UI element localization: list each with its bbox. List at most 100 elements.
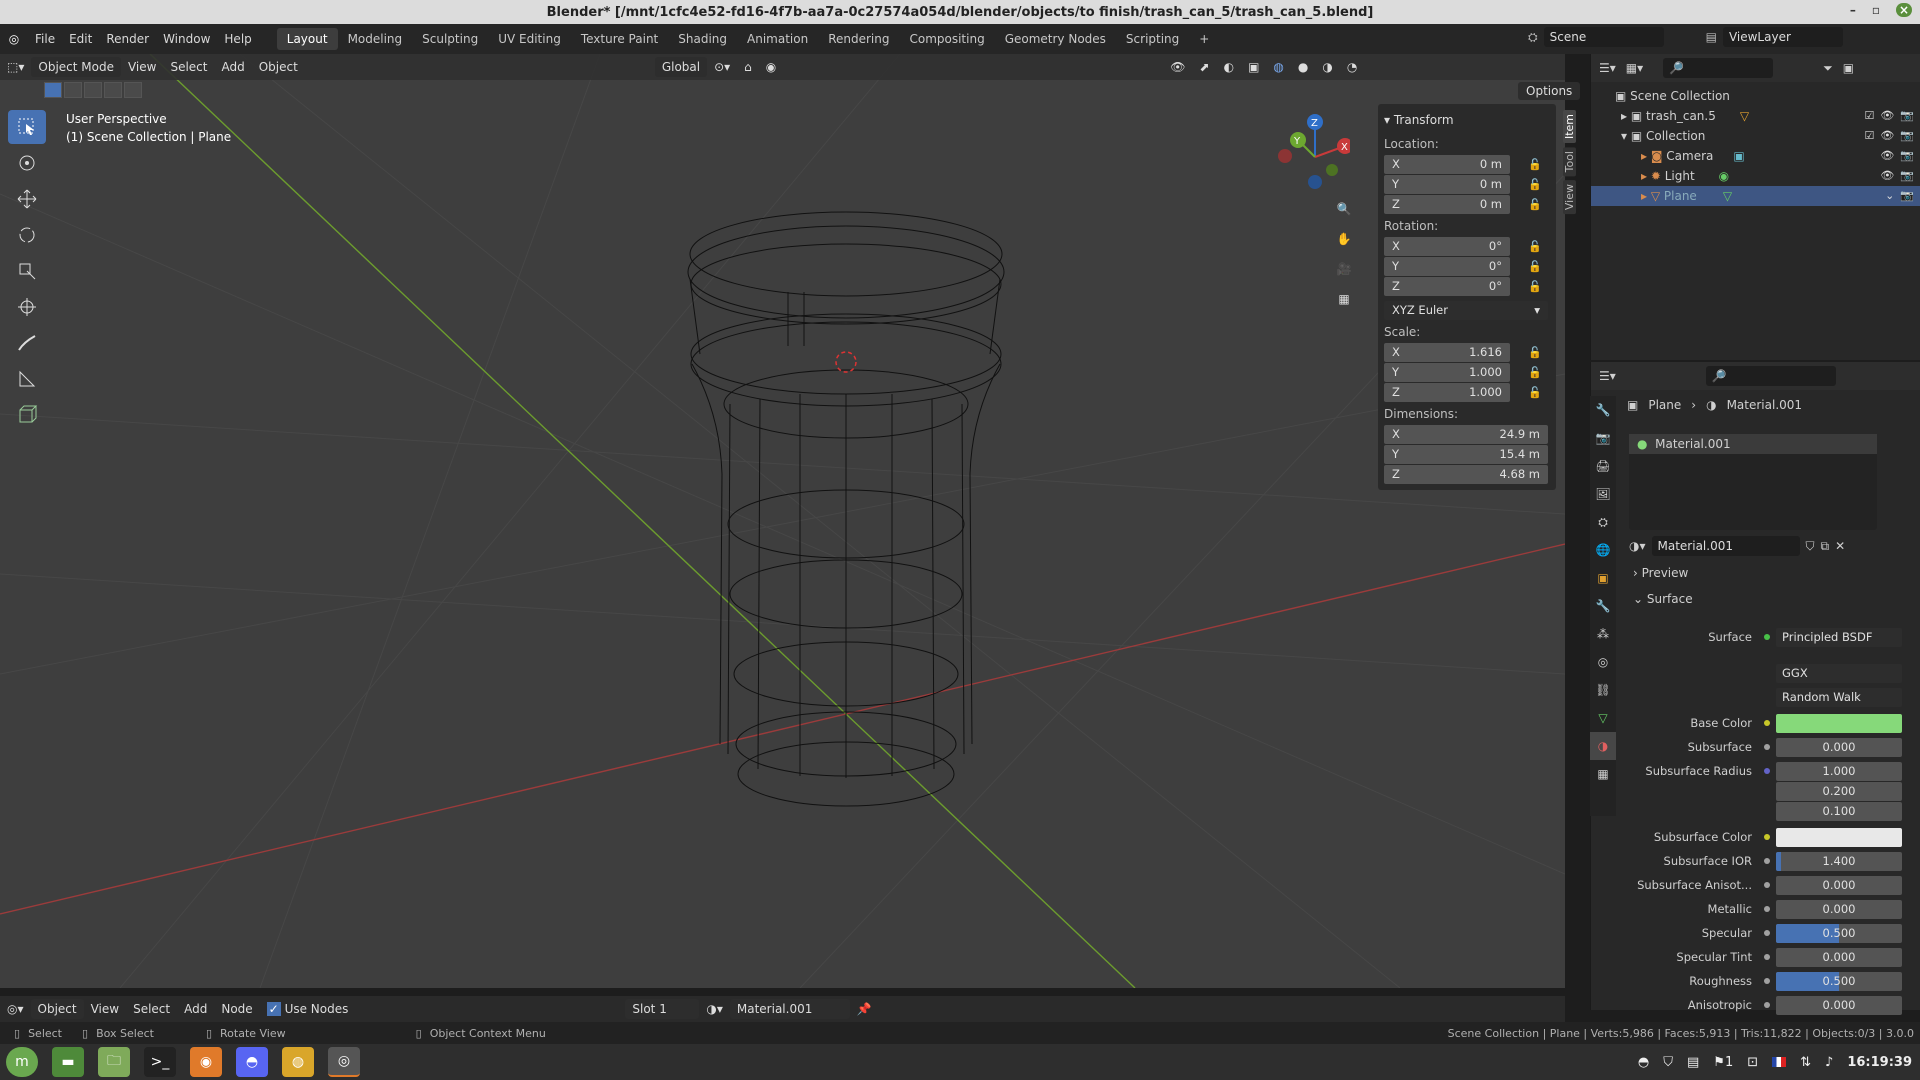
measure-tool[interactable] [8, 362, 46, 396]
bsdf-row-subsurface-radius[interactable]: Subsurface Radius 1.000 [1626, 760, 1908, 782]
socket-dot-icon[interactable] [1764, 906, 1770, 912]
socket-dot-icon[interactable] [1764, 1002, 1770, 1008]
bsdf-row-value[interactable]: 0.200 [1626, 780, 1908, 802]
move-tool[interactable] [8, 182, 46, 216]
lock-icon[interactable]: 🔓 [1528, 260, 1542, 273]
dimension-x[interactable]: X 24.9 m [1384, 424, 1550, 444]
socket-dot-icon[interactable] [1764, 930, 1770, 936]
tab-geometry-nodes[interactable]: Geometry Nodes [995, 28, 1116, 50]
tab-uv-editing[interactable]: UV Editing [488, 28, 571, 50]
material-slot-item[interactable]: ● Material.001 [1629, 434, 1877, 454]
properties-search-input[interactable]: 🔎 [1705, 366, 1836, 386]
socket-dot-icon[interactable] [1764, 720, 1770, 726]
outliner-item-plane[interactable]: ▸ ▽ Plane ▽ ⌄ 📷 [1591, 186, 1920, 206]
shading-rendered-icon[interactable]: ◔ [1340, 57, 1364, 77]
cursor-tool[interactable] [8, 146, 46, 180]
properties-editor-icon[interactable]: ☰▾ [1599, 369, 1616, 383]
material-tab-icon[interactable]: ◑ [1590, 732, 1616, 760]
xray-toggle-icon[interactable]: ▣ [1241, 57, 1266, 77]
outliner-scene-collection[interactable]: ▣ Scene Collection [1591, 86, 1920, 106]
pivot-icon[interactable]: ⊙▾ [707, 57, 737, 77]
bsdf-row-specular-tint[interactable]: Specular Tint 0.000 [1626, 946, 1908, 968]
fake-user-icon[interactable]: ⛉ [1806, 539, 1815, 554]
bsdf-value-field[interactable]: 0.000 [1776, 899, 1902, 919]
bsdf-row-metallic[interactable]: Metallic 0.000 [1626, 898, 1908, 920]
lock-icon[interactable]: 🔓 [1528, 386, 1542, 399]
firefox-icon[interactable]: ◉ [190, 1047, 222, 1077]
bsdf-row-value[interactable]: 0.100 [1626, 800, 1908, 822]
show-desktop-icon[interactable]: ▬ [52, 1047, 84, 1077]
terminal-icon[interactable]: >_ [144, 1047, 176, 1077]
minimize-icon[interactable]: – [1850, 3, 1856, 17]
select-intersect-icon[interactable] [124, 82, 142, 98]
subsurface-method-dropdown[interactable]: Random Walk [1626, 686, 1908, 708]
bsdf-row-specular[interactable]: Specular 0.500 [1626, 922, 1908, 944]
shading-wireframe-icon[interactable]: ◍ [1266, 57, 1290, 77]
menu-file[interactable]: File [28, 28, 62, 50]
transform-header[interactable]: ▾ Transform [1384, 108, 1550, 132]
node-menu-add[interactable]: Add [177, 999, 214, 1019]
tab-item[interactable]: Item [1563, 110, 1576, 144]
texture-tab-icon[interactable]: ▦ [1590, 760, 1616, 788]
snap-icon[interactable]: ⌂ [737, 57, 759, 77]
scale-x[interactable]: X 1.616 🔓 [1384, 342, 1550, 362]
maximize-icon[interactable]: ▫ [1872, 3, 1880, 17]
camera-view-icon[interactable]: 🎥 [1331, 256, 1357, 282]
render-tab-icon[interactable]: 📷 [1590, 424, 1616, 452]
data-tab-icon[interactable]: ▽ [1590, 704, 1616, 732]
zoom-icon[interactable]: 🔍 [1331, 196, 1357, 222]
tool-tab-icon[interactable]: 🔧 [1590, 396, 1616, 424]
chrome-icon[interactable]: ◍ [282, 1047, 314, 1077]
output-tab-icon[interactable]: 🖨 [1590, 452, 1616, 480]
bsdf-value-field[interactable]: 0.000 [1776, 995, 1902, 1015]
annotate-tool[interactable] [8, 326, 46, 360]
outliner-item-trash-can[interactable]: ▸ ▣ trash_can.5 ▽ ☑ 👁 📷 [1591, 106, 1920, 126]
select-box-tool[interactable] [8, 110, 46, 144]
lock-icon[interactable]: 🔓 [1528, 240, 1542, 253]
bsdf-value-field[interactable]: 1.000 [1776, 761, 1902, 781]
bsdf-value-field[interactable]: 1.400 [1776, 851, 1902, 871]
filter-icon[interactable]: ⏷ [1823, 61, 1833, 76]
outliner-item-camera[interactable]: ▸ ◙ Camera ▣ 👁 📷 [1591, 146, 1920, 166]
bsdf-value-field[interactable]: 0.500 [1776, 971, 1902, 991]
location-z[interactable]: Z0 m 🔓 [1384, 194, 1550, 214]
lock-icon[interactable]: 🔓 [1528, 198, 1542, 211]
surface-shader-row[interactable]: Surface Principled BSDF [1626, 626, 1908, 648]
menu-window[interactable]: Window [156, 28, 217, 50]
physics-tab-icon[interactable]: ◎ [1590, 648, 1616, 676]
network-icon[interactable]: ⇅ [1800, 1055, 1811, 1070]
material-field[interactable]: Material.001 [729, 999, 850, 1019]
socket-dot-icon[interactable] [1764, 882, 1770, 888]
socket-dot-icon[interactable] [1764, 744, 1770, 750]
proportional-edit-icon[interactable]: ◉ [759, 57, 783, 77]
duplicate-icon[interactable]: ⧉ [1821, 539, 1830, 554]
node-menu-view[interactable]: View [84, 999, 126, 1019]
bsdf-row-subsurface[interactable]: Subsurface 0.000 [1626, 736, 1908, 758]
node-menu-node[interactable]: Node [214, 999, 259, 1019]
node-menu-select[interactable]: Select [126, 999, 177, 1019]
bsdf-row-base-color[interactable]: Base Color [1626, 712, 1908, 734]
clipboard-icon[interactable]: ▤ [1687, 1055, 1699, 1070]
tab-animation[interactable]: Animation [737, 28, 818, 50]
editor-type-icon[interactable]: ◎▾ [0, 999, 31, 1019]
viewport-menu-add[interactable]: Add [214, 57, 251, 77]
lock-icon[interactable]: 🔓 [1528, 366, 1542, 379]
new-collection-icon[interactable]: ▣ [1843, 61, 1854, 75]
clock[interactable]: 16:19:39 [1847, 1055, 1912, 1070]
bsdf-value-field[interactable]: 0.000 [1776, 875, 1902, 895]
scale-tool[interactable] [8, 254, 46, 288]
menu-help[interactable]: Help [217, 28, 258, 50]
view-layer-tab-icon[interactable]: 🖼 [1590, 480, 1616, 508]
outliner-item-collection[interactable]: ▾ ▣ Collection ☑ 👁 📷 [1591, 126, 1920, 146]
lock-icon[interactable]: 🔓 [1528, 178, 1542, 191]
rotation-mode-dropdown[interactable]: XYZ Euler ▾ [1384, 300, 1550, 320]
viewport-menu-view[interactable]: View [121, 57, 163, 77]
use-nodes-checkbox[interactable]: ✓ Use Nodes [260, 999, 356, 1019]
tab-shading[interactable]: Shading [668, 28, 737, 50]
shader-type-dropdown[interactable]: Object [30, 999, 84, 1019]
add-cube-tool[interactable] [8, 398, 46, 432]
viewport-menu-select[interactable]: Select [163, 57, 214, 77]
blender-logo-icon[interactable]: ◎ [0, 32, 28, 46]
dimension-z[interactable]: Z 4.68 m [1384, 464, 1550, 484]
viewlayer-selector[interactable]: ViewLayer [1722, 27, 1843, 47]
